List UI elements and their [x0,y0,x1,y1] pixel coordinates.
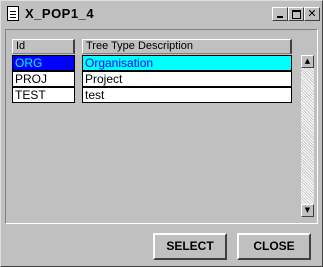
document-icon [7,6,19,21]
cell-description[interactable]: test [82,87,292,103]
title-bar[interactable]: X_POP1_4 ✕ [3,3,320,25]
scroll-down-arrow-icon[interactable]: ▼ [301,204,314,217]
maximize-button[interactable] [288,7,304,21]
table-panel: Id Tree Type Description ORG Organisatio… [5,29,318,224]
cell-id[interactable]: PROJ [12,71,75,87]
minimize-button[interactable] [272,7,288,21]
cell-description[interactable]: Organisation [82,55,292,71]
select-button[interactable]: SELECT [153,233,227,260]
window-title: X_POP1_4 [25,6,95,21]
scroll-up-arrow-icon[interactable]: ▲ [301,55,314,68]
close-button[interactable]: CLOSE [237,233,311,260]
cell-id[interactable]: TEST [12,87,75,103]
cell-id[interactable]: ORG [12,55,75,71]
column-header-id[interactable]: Id [12,39,75,54]
close-window-button[interactable]: ✕ [304,7,320,21]
cell-description[interactable]: Project [82,71,292,87]
column-header-description[interactable]: Tree Type Description [82,39,292,54]
popup-window: X_POP1_4 ✕ Id Tree Type Description ORG … [0,0,323,267]
vertical-scrollbar[interactable]: ▲ ▼ [301,55,314,217]
